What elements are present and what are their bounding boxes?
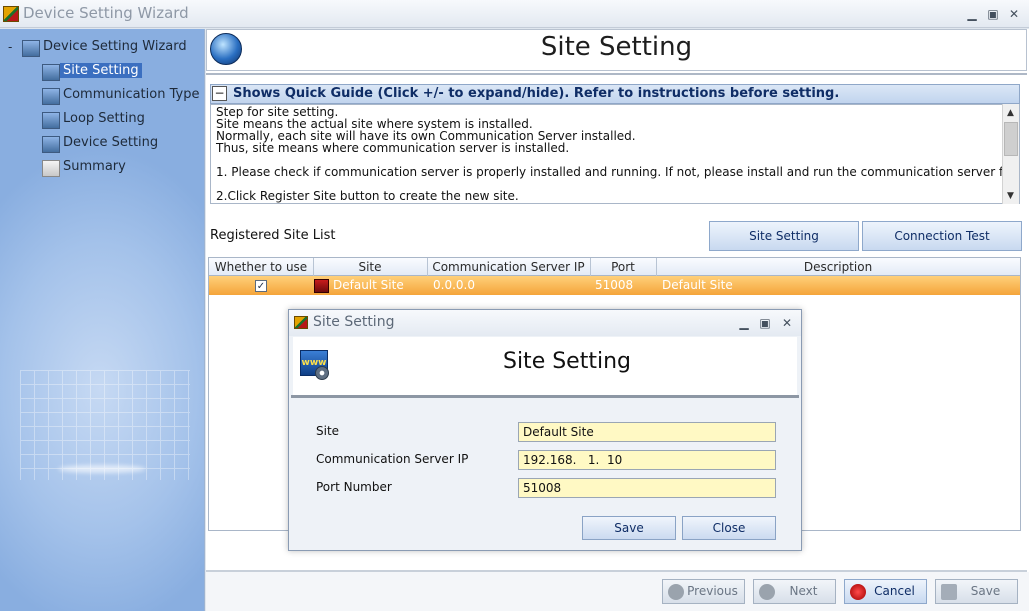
sidebar-item-site-setting[interactable]: Site Setting xyxy=(0,62,200,82)
sidebar-item-label: Communication Type xyxy=(63,87,200,102)
previous-button[interactable]: Previous xyxy=(662,579,745,604)
quick-guide-toggle-button[interactable]: − xyxy=(212,86,227,101)
collapse-icon[interactable]: - xyxy=(8,40,12,54)
close-icon[interactable]: ✕ xyxy=(1006,6,1022,22)
loop-icon xyxy=(42,112,60,129)
connection-test-button[interactable]: Connection Test xyxy=(862,221,1022,251)
app-icon xyxy=(3,6,19,22)
guide-line: 2.Click Register Site button to create t… xyxy=(216,189,519,203)
use-checkbox[interactable]: ✓ xyxy=(255,280,267,292)
site-input[interactable] xyxy=(518,422,776,442)
arrow-right-icon xyxy=(759,584,775,600)
scroll-down-icon[interactable]: ▼ xyxy=(1002,189,1019,203)
sidebar-item-label: Device Setting xyxy=(63,135,159,150)
guide-line: 1. Please check if communication server … xyxy=(216,165,1020,179)
dialog-heading: Site Setting xyxy=(502,349,631,374)
column-header-description[interactable]: Description xyxy=(656,258,1020,277)
dialog-minimize-icon[interactable]: ▁ xyxy=(736,315,752,331)
page-title: Site Setting xyxy=(540,32,693,62)
site-icon xyxy=(42,64,60,81)
sidebar-item-loop-setting[interactable]: Loop Setting xyxy=(0,110,200,130)
dialog-maximize-icon[interactable]: ▣ xyxy=(757,315,773,331)
cancel-button[interactable]: Cancel xyxy=(844,579,927,604)
sidebar-item-label: Loop Setting xyxy=(63,111,145,126)
wizard-icon xyxy=(22,40,40,57)
tree-root-label: Device Setting Wizard xyxy=(43,39,187,54)
communication-server-ip-input[interactable] xyxy=(518,450,776,470)
column-header-port[interactable]: Port xyxy=(590,258,657,277)
minimize-icon[interactable]: ▁ xyxy=(964,6,980,22)
sidebar-item-label: Summary xyxy=(63,159,126,174)
communication-icon xyxy=(42,88,60,105)
cell-ip: 0.0.0.0 xyxy=(433,278,475,292)
save-button[interactable]: Save xyxy=(935,579,1018,604)
sidebar-item-device-setting[interactable]: Device Setting xyxy=(0,134,200,154)
cancel-icon xyxy=(850,584,866,600)
header-divider xyxy=(206,73,1027,75)
save-disk-icon xyxy=(941,584,957,600)
dialog-close-icon[interactable]: ✕ xyxy=(779,315,795,331)
cell-description: Default Site xyxy=(662,278,733,292)
port-number-input[interactable] xyxy=(518,478,776,498)
quick-guide-text: Step for site setting. Site means the ac… xyxy=(210,104,1020,204)
cell-site: Default Site xyxy=(333,278,404,292)
table-header: Whether to use Site Communication Server… xyxy=(208,257,1021,277)
summary-icon xyxy=(42,160,60,177)
site-row-icon xyxy=(314,279,329,293)
sidebar-item-communication-type[interactable]: Communication Type xyxy=(0,86,200,106)
scroll-up-icon[interactable]: ▲ xyxy=(1002,106,1019,120)
dialog-title: Site Setting xyxy=(313,314,395,330)
dialog-close-button[interactable]: Close xyxy=(682,516,776,540)
next-label: Next xyxy=(789,584,818,598)
dialog-header-divider xyxy=(291,395,799,398)
quick-guide-title: Shows Quick Guide (Click +/- to expand/h… xyxy=(233,86,840,101)
device-icon xyxy=(42,136,60,153)
sidebar-decoration xyxy=(20,370,190,480)
sidebar-item-summary[interactable]: Summary xyxy=(0,158,200,178)
site-label: Site xyxy=(316,424,340,438)
window-title: Device Setting Wizard xyxy=(23,4,189,22)
column-header-site[interactable]: Site xyxy=(313,258,428,277)
dialog-app-icon xyxy=(294,316,308,329)
column-header-use[interactable]: Whether to use xyxy=(209,258,314,277)
scrollbar-thumb[interactable] xyxy=(1004,122,1018,156)
tree-root-device-setting-wizard[interactable]: - Device Setting Wizard xyxy=(0,38,200,58)
guide-line: Thus, site means where communication ser… xyxy=(216,141,570,155)
communication-server-ip-label: Communication Server IP xyxy=(316,452,469,466)
column-header-ip[interactable]: Communication Server IP xyxy=(427,258,591,277)
table-row[interactable]: Default Site 0.0.0.0 51008 Default Site xyxy=(209,276,1020,295)
dialog-save-button[interactable]: Save xyxy=(582,516,676,540)
sidebar-item-label: Site Setting xyxy=(60,63,142,78)
next-button[interactable]: Next xyxy=(753,579,836,604)
port-number-label: Port Number xyxy=(316,480,392,494)
site-setting-button[interactable]: Site Setting xyxy=(709,221,859,251)
registered-site-list-label: Registered Site List xyxy=(210,228,336,243)
sidebar-glow xyxy=(58,465,146,473)
maximize-icon[interactable]: ▣ xyxy=(985,6,1001,22)
save-label: Save xyxy=(970,584,1001,598)
arrow-left-icon xyxy=(668,584,684,600)
cell-port: 51008 xyxy=(595,278,634,292)
